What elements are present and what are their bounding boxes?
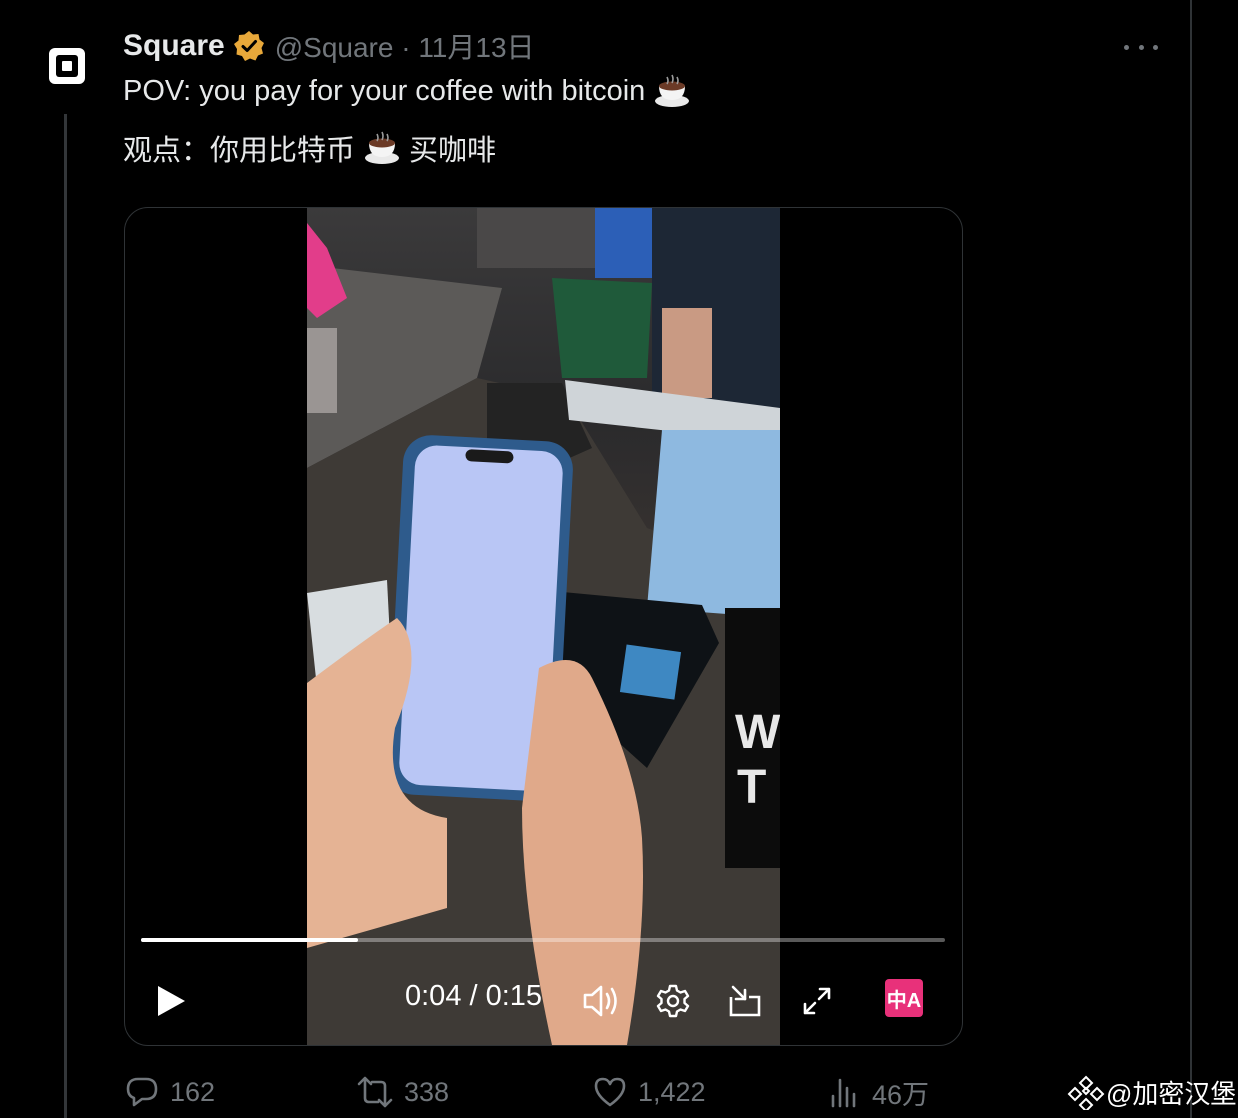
progress-bar[interactable]	[141, 938, 945, 942]
translate-button[interactable]: 中A	[885, 979, 923, 1017]
translate-badge-label: 中A	[886, 989, 922, 1012]
retweet-button[interactable]: 338	[356, 1072, 449, 1112]
like-button[interactable]: 1,422	[592, 1072, 706, 1112]
views-button[interactable]: 46万	[828, 1072, 929, 1112]
binance-logo-icon	[1067, 1075, 1105, 1110]
more-options-icon[interactable]	[1124, 38, 1158, 56]
fullscreen-button[interactable]	[799, 983, 835, 1019]
retweet-icon	[357, 1076, 393, 1108]
picture-in-picture-button[interactable]	[725, 981, 765, 1021]
volume-icon	[583, 985, 617, 1017]
coffee-cup-icon	[655, 74, 690, 107]
avatar[interactable]	[47, 46, 87, 86]
square-logo-icon	[49, 48, 85, 84]
tweet-text-zh-after: 买咖啡	[409, 135, 497, 167]
verified-badge-icon[interactable]	[233, 30, 265, 62]
video-player[interactable]: W T 0:04 / 0:15 中A	[124, 207, 963, 1046]
settings-button[interactable]	[653, 981, 693, 1021]
tweet-text-zh: 观点：你用比特币 买咖啡	[123, 127, 496, 169]
play-button[interactable]	[153, 983, 189, 1019]
time-display: 0:04 / 0:15	[405, 980, 543, 1012]
handle-and-date[interactable]: @Square · 11月13日	[275, 26, 535, 66]
watermark: @加密汉堡	[1066, 1072, 1236, 1112]
view-count: 46万	[872, 1079, 930, 1110]
watermark-text: @加密汉堡	[1106, 1078, 1237, 1109]
gear-icon	[656, 984, 690, 1018]
retweet-count: 338	[404, 1076, 450, 1107]
reply-count: 162	[170, 1076, 216, 1107]
reply-icon	[126, 1077, 158, 1107]
coffee-cup-icon	[365, 131, 400, 164]
dock-icon	[729, 985, 761, 1017]
video-frame[interactable]: W T	[307, 208, 780, 1045]
column-border	[1190, 0, 1192, 1118]
svg-text:W: W	[735, 706, 780, 759]
reply-button[interactable]: 162	[124, 1072, 215, 1112]
tweet-header: Square @Square · 11月13日	[123, 28, 535, 64]
mute-button[interactable]	[581, 981, 623, 1021]
progress-fill	[141, 938, 359, 942]
heart-icon	[594, 1077, 626, 1107]
thread-line	[64, 114, 67, 1118]
views-chart-icon	[831, 1078, 856, 1108]
video-still-image: W T	[307, 208, 780, 1045]
expand-icon	[803, 987, 831, 1015]
like-count: 1,422	[638, 1076, 706, 1107]
tweet-text-zh-before: 观点：你用比特币	[123, 135, 356, 167]
tweet-text-en-label: POV: you pay for your coffee with bitcoi…	[123, 74, 646, 107]
svg-text:T: T	[737, 761, 766, 814]
author-name[interactable]: Square	[123, 29, 225, 63]
play-icon	[158, 986, 185, 1016]
tweet-text-en: POV: you pay for your coffee with bitcoi…	[123, 72, 699, 110]
